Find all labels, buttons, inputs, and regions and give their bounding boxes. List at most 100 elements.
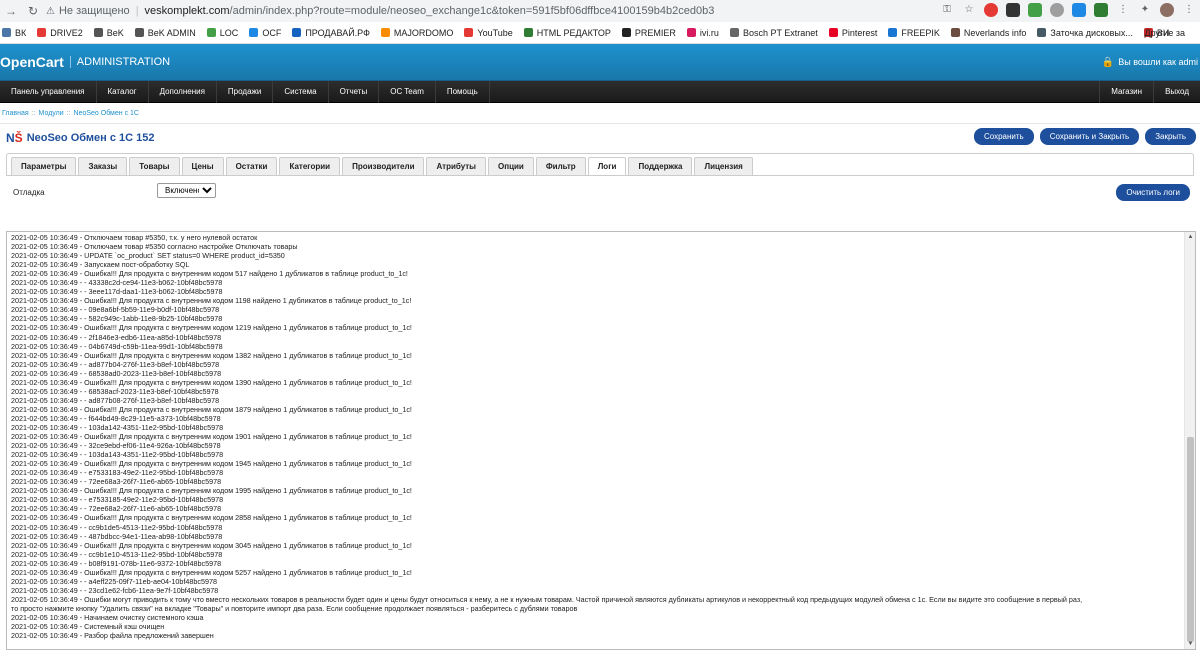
bookmark-label: DRIVE2 (50, 27, 83, 38)
bookmark-item[interactable]: BeK (93, 28, 124, 38)
extension-icon-3[interactable] (1072, 3, 1086, 17)
bookmark-icon (686, 28, 696, 37)
log-line: 2021-02-05 10:36:49 - Ошибка!!! Для прод… (11, 540, 412, 550)
tab-item[interactable]: Фильтр (535, 157, 586, 175)
bookmarks-bar: ВК DRIVE2 BeK BeK ADMIN LOC OCF ПРОДАВАЙ.РФ MAJ… (0, 22, 1200, 44)
menu-item-catalog[interactable]: Каталог (97, 80, 149, 103)
close-button[interactable]: Закрыть (1145, 128, 1196, 145)
menu-item-sales[interactable]: Продажи (217, 80, 274, 103)
breadcrumb-modules[interactable]: Модули (39, 110, 64, 117)
breadcrumb-current[interactable]: NeoSeo Обмен с 1С (74, 110, 139, 117)
bookmark-item[interactable]: LOC (206, 28, 238, 38)
tab-item[interactable]: Товары (129, 157, 180, 175)
tab-item[interactable]: Опции (488, 157, 534, 175)
extension-icon-2[interactable] (1028, 3, 1042, 17)
log-line: 2021-02-05 10:36:49 - - cc9b1e10-4513-11… (11, 549, 223, 559)
log-line: 2021-02-05 10:36:49 - Ошибка!!! Для прод… (11, 432, 412, 442)
bookmark-item[interactable]: Заточка дисковых... (1037, 27, 1133, 38)
bookmark-item[interactable]: Neverlands info (950, 27, 1027, 38)
bookmark-item[interactable]: BeK ADMIN (134, 28, 196, 38)
log-line: то просто нажмите кнопку "Удалить связи"… (11, 603, 578, 613)
bookmark-item[interactable]: Pinterest (828, 28, 877, 38)
log-line: 2021-02-05 10:36:49 - - 487bdbcc-94e1-11… (11, 531, 223, 541)
key-icon[interactable]: ⚿ (940, 3, 954, 17)
bookmark-icon (828, 28, 838, 37)
bookmark-item[interactable]: ПРОДАВАЙ.РФ (292, 28, 370, 38)
puzzle-icon[interactable]: ✦ (1138, 3, 1152, 17)
reload-icon[interactable]: ↻ (22, 4, 44, 18)
tab-item[interactable]: Производители (342, 157, 425, 175)
bookmark-item[interactable]: DRIVE2 (37, 28, 83, 38)
bookmark-label: YouTube (477, 27, 513, 38)
bookmark-label: Neverlands info (963, 27, 1027, 38)
menu-icon[interactable]: ⋮ (1182, 3, 1196, 17)
log-line: 2021-02-05 10:36:49 - Ошибки могут приво… (11, 594, 1083, 604)
log-line: 2021-02-05 10:36:49 - - ad877b08-276f-11… (11, 395, 220, 405)
menu-item-reports[interactable]: Отчеты (329, 80, 380, 103)
extension-icon[interactable] (1006, 3, 1020, 17)
tab-item[interactable]: Заказы (78, 157, 128, 175)
tab-item[interactable]: Остатки (225, 157, 278, 175)
url-field[interactable]: veskomplekt.com/admin/index.php?route=mo… (145, 5, 715, 17)
star-icon[interactable]: ☆ (962, 3, 976, 17)
bookmark-label: ПРОДАВАЙ.РФ (305, 27, 370, 38)
log-line: 2021-02-05 10:36:49 - Разбор файла предл… (11, 631, 214, 641)
debug-label: Отладка (13, 188, 45, 197)
menu-item-dashboard[interactable]: Панель управления (0, 80, 97, 103)
breadcrumb-home[interactable]: Главная (2, 110, 29, 117)
scrollbar[interactable]: ▲ ▼ (1184, 232, 1195, 649)
shield-icon[interactable] (1094, 3, 1108, 17)
bookmark-item[interactable]: MAJORDOMO (380, 27, 454, 38)
tab-item[interactable]: Поддержка (628, 157, 693, 175)
menu-item-logout[interactable]: Выход (1153, 80, 1200, 103)
scroll-down-icon[interactable]: ▼ (1185, 639, 1195, 649)
bookmark-item[interactable]: Bosch PT Extranet (729, 28, 818, 38)
forward-icon[interactable]: → (0, 4, 22, 18)
avatar[interactable] (1160, 3, 1174, 17)
menu-item-help[interactable]: Помощь (436, 80, 490, 103)
tab-item[interactable]: Лицензия (694, 157, 753, 175)
bookmark-item[interactable]: ivi.ru (686, 27, 719, 38)
neoseo-logo-n: N (6, 130, 15, 145)
save-close-button[interactable]: Сохранить и Закрыть (1039, 128, 1140, 145)
log-lines: 2021-02-05 10:36:49 - Отключаем товар #5… (7, 232, 1182, 640)
tab-bar: Параметры Заказы Товары Цены Остатки Категори… (6, 153, 1194, 176)
opera-icon[interactable] (984, 3, 998, 17)
bookmark-label: MAJORDOMO (393, 27, 454, 38)
globe-icon[interactable] (1050, 3, 1064, 17)
menu-item-octeam[interactable]: OC Team (379, 80, 436, 103)
tab-item[interactable]: Параметры (11, 157, 77, 175)
security-status[interactable]: Не защищено (59, 5, 130, 17)
menu-item-store[interactable]: Магазин (1099, 80, 1153, 103)
bookmark-item[interactable]: PREMIER (621, 28, 676, 38)
log-line: 2021-02-05 10:36:49 - Запускаем пост-обр… (11, 260, 190, 270)
bookmark-icon (888, 28, 898, 37)
menu-item-extensions[interactable]: Дополнения (149, 80, 217, 103)
log-line: 2021-02-05 10:36:49 - Отключаем товар #5… (11, 233, 258, 242)
menu-item-system[interactable]: Система (273, 80, 329, 103)
bookmark-item[interactable]: FREEPIK (888, 28, 940, 38)
scrollbar-thumb[interactable] (1187, 437, 1194, 642)
tab-item[interactable]: Атрибуты (426, 157, 487, 175)
scroll-up-icon[interactable]: ▲ (1185, 232, 1195, 242)
clear-logs-button[interactable]: Очистить логи (1116, 184, 1190, 201)
bookmark-item[interactable]: YouTube (464, 27, 513, 38)
address-separator: | (135, 5, 139, 17)
dots-icon[interactable]: ⋮ (1116, 3, 1130, 17)
log-line: 2021-02-05 10:36:49 - Ошибка!!! Для прод… (11, 377, 412, 387)
bookmark-item[interactable]: HTML РЕДАКТОР (523, 28, 611, 38)
log-line: 2021-02-05 10:36:49 - - 09e8a6bf-5b59-11… (11, 305, 220, 315)
bookmark-item[interactable]: ВК (2, 28, 26, 38)
log-line: 2021-02-05 10:36:49 - - a4eff225-09f7-11… (11, 576, 217, 586)
save-button[interactable]: Сохранить (973, 128, 1034, 145)
bookmark-label: Заточка дисковых... (1050, 27, 1133, 38)
log-textarea[interactable]: 2021-02-05 10:36:49 - Отключаем товар #5… (6, 231, 1196, 650)
bookmark-label: ivi.ru (699, 27, 719, 38)
tab-item[interactable]: Цены (181, 157, 224, 175)
tab-item[interactable]: Логи (587, 157, 627, 175)
bookmark-item[interactable]: OCF (249, 28, 281, 38)
opencart-logo[interactable]: OpenCart (0, 54, 64, 70)
debug-select[interactable]: Включено (157, 183, 216, 198)
tab-item[interactable]: Категории (279, 157, 341, 175)
other-bookmarks[interactable]: Другие за (1145, 28, 1185, 38)
